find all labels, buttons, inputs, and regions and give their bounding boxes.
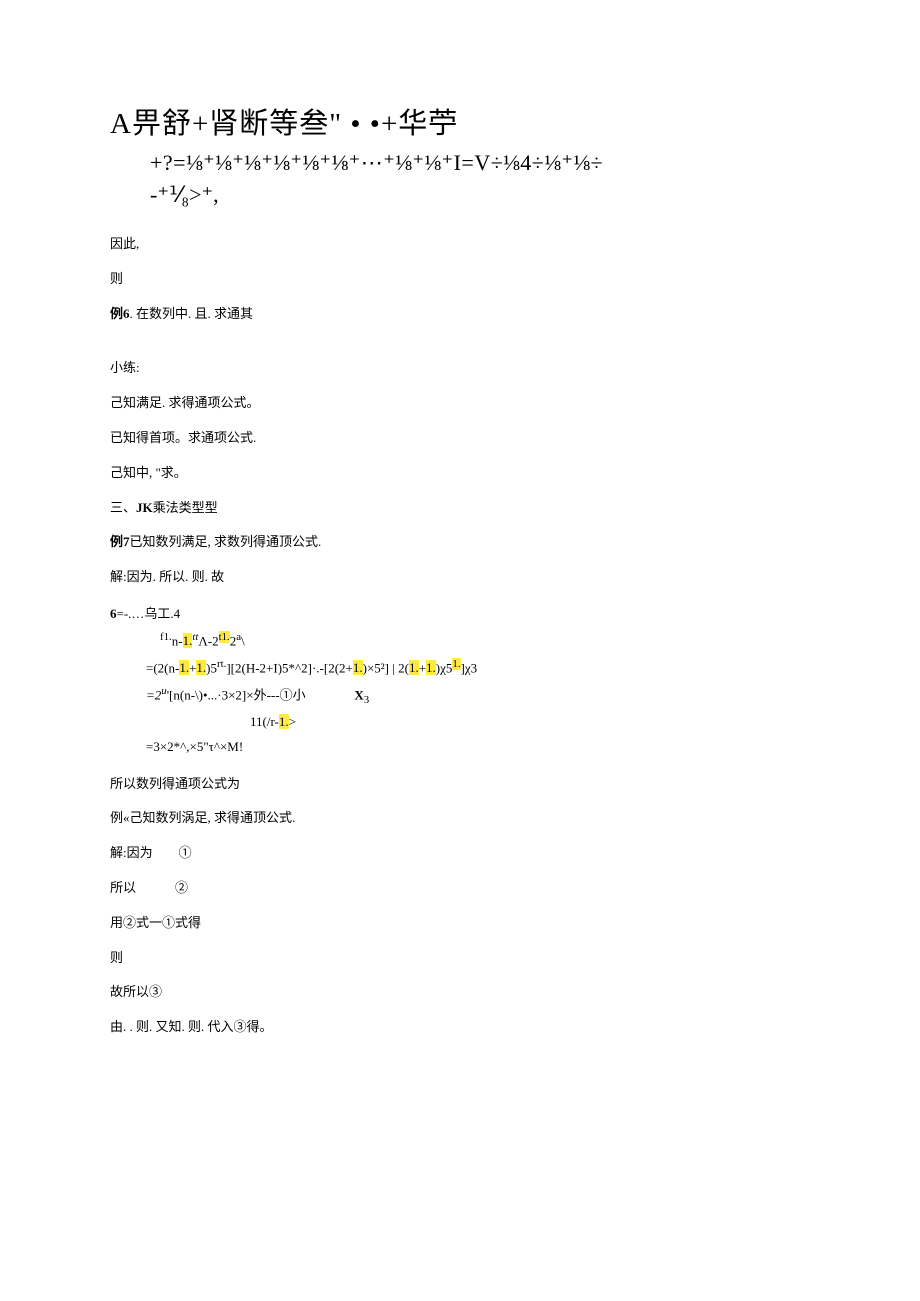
eq-l2b: n- — [172, 633, 183, 648]
para-section3: 三、JK乘法类型型 — [110, 498, 810, 519]
eq-line1: 6=-.…乌工.4 — [110, 602, 810, 627]
para-known1: 己知满足. 求得通项公式。 — [110, 393, 810, 414]
title-line-2: +?=⅛⁺⅛⁺⅛⁺⅛⁺⅛⁺⅛⁺⋯⁺⅛⁺⅛⁺I=V÷⅛4÷⅛⁺⅛÷ — [150, 150, 810, 176]
eq-l3g: ][2(H-2+I)5*^2]·.-[2(2+ — [226, 660, 353, 675]
eq-line5: 11(/r-1.> — [110, 710, 810, 735]
eq-l4e: 3 — [364, 694, 369, 706]
eq-l3i: )×5²] | 2( — [363, 660, 409, 675]
eq-line4: =2u'[n(n-\)•...·3×2]×外---①小 X3 — [110, 681, 810, 710]
para-example-next: 例«己知数列涡足, 求得通顶公式. — [110, 808, 810, 829]
para-then: 则 — [110, 269, 810, 290]
eq-l2e: Λ-2 — [198, 633, 218, 648]
eq-l3l: 1. — [426, 660, 436, 675]
para-example7: 例7已知数列满足, 求数列得通顶公式. — [110, 532, 810, 553]
para-practice: 小练: — [110, 358, 810, 379]
eq-l3a: =(2(n- — [146, 660, 179, 675]
eq-l5c: > — [289, 714, 296, 729]
eq-l3h: 1. — [353, 660, 363, 675]
eq-l4d: X — [354, 687, 363, 702]
para-sol-use: 用②式一①式得 — [110, 913, 810, 934]
eq-l3k: + — [419, 660, 426, 675]
eq-line2: f1.n-1.ttΛ-2t1.2a\ — [110, 627, 810, 654]
para-solution: 解:因为. 所以. 则. 故 — [110, 567, 810, 588]
eq-l5a: 11(/r- — [250, 714, 279, 729]
para-sol-then: 则 — [110, 948, 810, 969]
para-example6: 例6. 在数列中. 且. 求通其 — [110, 304, 810, 325]
example6-label: 例6 — [110, 306, 130, 321]
eq-l3b: 1. — [179, 660, 189, 675]
eq-l3m: )χ5 — [436, 660, 453, 675]
para-sol-therefore: 故所以③ — [110, 982, 810, 1003]
para-known2: 已知得首项。求通项公式. — [110, 428, 810, 449]
eq-l3d: 1. — [196, 660, 206, 675]
title-line-1: A畀舒+肾断等叁" • •+华苧 — [110, 100, 810, 142]
eq-line3: =(2(n-1.+1.)5rt.][2(H-2+I)5*^2]·.-[2(2+1… — [110, 654, 810, 681]
eq-l4a: =2 — [146, 687, 161, 702]
equation-block: 6=-.…乌工.4 f1.n-1.ttΛ-2t1.2a\ =(2(n-1.+1.… — [110, 602, 810, 760]
eq-l4c: '[n(n-\)•...·3×2]×外---①小 — [167, 687, 306, 702]
eq-l1b: =-.…乌工.4 — [117, 606, 181, 621]
example6-text: . 在数列中. 且. 求通其 — [130, 306, 254, 321]
eq-l3f: rt. — [217, 658, 226, 670]
para-sol-so: 所以 ② — [110, 878, 810, 899]
eq-l3n: 1. — [452, 658, 460, 670]
section3-jk: JK — [136, 500, 153, 515]
example7-text: 已知数列满足, 求数列得通顶公式. — [130, 534, 322, 549]
eq-l3o: ]χ3 — [461, 660, 478, 675]
eq-l2f: t1. — [219, 631, 230, 643]
eq-l2a: f1. — [160, 631, 172, 643]
eq-l3j: 1. — [409, 660, 419, 675]
eq-l2i: \ — [241, 633, 245, 648]
eq-l2c: 1. — [183, 633, 193, 648]
para-known3: 己知中, "求。 — [110, 463, 810, 484]
eq-l5b: 1. — [279, 714, 289, 729]
para-so-formula: 所以数列得通项公式为 — [110, 774, 810, 795]
eq-l3e: )5 — [206, 660, 217, 675]
eq-line6: =3×2*^,×5"τ^×M! — [110, 735, 810, 760]
para-therefore: 因此, — [110, 234, 810, 255]
title-line-3: -⁺⅟₈>⁺, — [150, 182, 810, 208]
section3-text: 乘法类型型 — [153, 500, 218, 515]
example7-label: 例7 — [110, 534, 130, 549]
para-sol-because: 解:因为 ① — [110, 843, 810, 864]
para-sol-by: 由. . 则. 又知. 则. 代入③得。 — [110, 1017, 810, 1038]
section3-prefix: 三、 — [110, 500, 136, 515]
